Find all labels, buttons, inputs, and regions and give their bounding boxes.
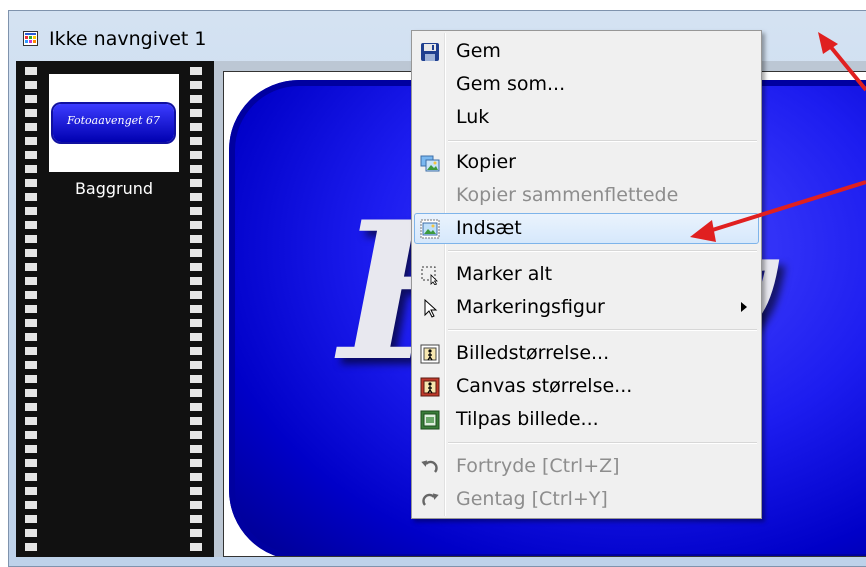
menu-item-paste[interactable]: Indsæt — [414, 213, 759, 244]
layer-label: Baggrund — [74, 179, 154, 198]
menu-item-label: Marker alt — [456, 263, 553, 285]
save-icon — [421, 43, 439, 61]
thumbnail-text: Fotoaavenget 67 — [66, 114, 161, 127]
menu-item-image-size[interactable]: Billedstørrelse... — [414, 338, 759, 369]
film-perforations-right — [190, 61, 202, 557]
fit-image-icon — [420, 410, 440, 430]
menu-separator — [448, 250, 757, 252]
menu-item-label: Gentag [Ctrl+Y] — [456, 488, 608, 510]
menu-item-label: Kopier — [456, 151, 516, 173]
thumbnail-button-image: Fotoaavenget 67 — [53, 104, 174, 142]
copy-image-icon — [420, 155, 440, 172]
submenu-arrow-icon — [741, 302, 747, 312]
menu-item-label: Gem som... — [456, 73, 566, 95]
menu-item-save-as[interactable]: Gem som... — [414, 69, 759, 100]
menu-item-copy-merged[interactable]: Kopier sammenflettede — [414, 180, 759, 211]
menu-item-redo[interactable]: Gentag [Ctrl+Y] — [414, 484, 759, 515]
menu-item-label: Fortryde [Ctrl+Z] — [456, 455, 620, 477]
menu-separator — [448, 442, 757, 444]
menu-item-save[interactable]: Gem — [414, 36, 759, 67]
undo-icon — [421, 460, 438, 473]
menu-item-undo[interactable]: Fortryde [Ctrl+Z] — [414, 451, 759, 482]
menu-item-label: Billedstørrelse... — [456, 342, 610, 364]
film-perforations-left — [25, 61, 37, 557]
redo-icon — [422, 493, 439, 506]
menu-item-label: Kopier sammenflettede — [456, 184, 679, 206]
menu-separator — [448, 140, 757, 142]
menu-item-selection-shape[interactable]: Markeringsfigur — [414, 292, 759, 323]
layer-filmstrip[interactable]: Fotoaavenget 67 Baggrund — [16, 61, 214, 557]
context-menu: Gem Gem som... Luk Kopier Kopier sammenf… — [411, 30, 762, 519]
window-title: Ikke navngivet 1 — [49, 28, 207, 50]
menu-item-select-all[interactable]: Marker alt — [414, 259, 759, 290]
menu-item-copy[interactable]: Kopier — [414, 147, 759, 178]
menu-item-label: Markeringsfigur — [456, 296, 605, 318]
menu-item-label: Luk — [456, 106, 490, 128]
select-all-icon — [421, 266, 438, 285]
menu-item-close[interactable]: Luk — [414, 102, 759, 133]
menu-separator — [448, 329, 757, 331]
document-icon — [23, 31, 38, 46]
menu-item-label: Indsæt — [456, 217, 522, 239]
cursor-arrow-icon — [424, 298, 438, 318]
menu-item-label: Canvas størrelse... — [456, 375, 633, 397]
layer-thumbnail[interactable]: Fotoaavenget 67 — [49, 74, 179, 172]
canvas-size-icon — [420, 377, 440, 397]
menu-item-label: Gem — [456, 40, 501, 62]
menu-item-label: Tilpas billede... — [456, 408, 599, 430]
menu-item-canvas-size[interactable]: Canvas størrelse... — [414, 371, 759, 402]
menu-item-fit-image[interactable]: Tilpas billede... — [414, 404, 759, 435]
image-size-icon — [420, 344, 440, 364]
paste-image-icon — [420, 219, 440, 239]
